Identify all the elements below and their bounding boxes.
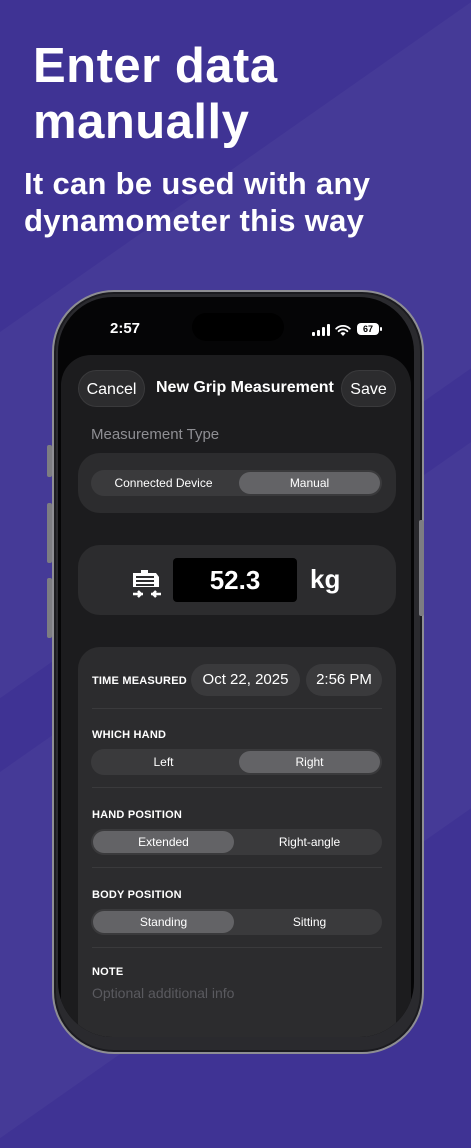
which-hand-segmented[interactable]: Left Right (91, 749, 382, 775)
note-label: NOTE (92, 966, 124, 978)
body-position-segmented[interactable]: Standing Sitting (91, 909, 382, 935)
volume-up-button (47, 503, 52, 563)
segment-connected-device[interactable]: Connected Device (93, 472, 234, 494)
strength-value-display[interactable]: 52.3 (173, 558, 297, 602)
note-input[interactable]: Optional additional info (92, 985, 234, 1001)
battery-icon: 67 (357, 323, 382, 335)
divider (92, 867, 382, 868)
time-picker[interactable]: 2:56 PM (306, 664, 382, 696)
subline-line-2: dynamometer this way (24, 203, 365, 238)
divider (92, 708, 382, 709)
measurement-type-label: Measurement Type (91, 426, 220, 443)
segment-manual[interactable]: Manual (239, 472, 380, 494)
measurement-sheet: Cancel New Grip Measurement Save Measure… (61, 355, 411, 1037)
segment-standing[interactable]: Standing (93, 911, 234, 933)
segment-right-angle[interactable]: Right-angle (239, 831, 380, 853)
status-bar: 2:57 67 (58, 297, 414, 347)
divider (92, 947, 382, 948)
divider (92, 787, 382, 788)
segment-sitting[interactable]: Sitting (239, 911, 380, 933)
phone-screen: 2:57 67 Cancel New Grip Measurement Save… (58, 297, 414, 1037)
promo-subline: It can be used with any dynamometer this… (24, 165, 370, 239)
cellular-signal-icon (312, 324, 330, 336)
which-hand-label: WHICH HAND (92, 729, 167, 741)
segment-left[interactable]: Left (93, 751, 234, 773)
dynamic-island (192, 313, 284, 341)
save-button[interactable]: Save (341, 370, 396, 407)
action-button (47, 445, 52, 477)
measurement-type-card: Connected Device Manual (78, 453, 396, 513)
volume-down-button (47, 578, 52, 638)
grip-fist-icon (133, 570, 161, 598)
subline-line-1: It can be used with any (24, 166, 371, 201)
measurement-type-segmented[interactable]: Connected Device Manual (91, 470, 382, 496)
body-position-label: BODY POSITION (92, 889, 182, 901)
date-picker[interactable]: Oct 22, 2025 (191, 664, 300, 696)
strength-unit: kg (310, 564, 341, 594)
details-card: TIME MEASURED Oct 22, 2025 2:56 PM WHICH… (78, 647, 396, 1037)
sheet-title: New Grip Measurement (156, 379, 334, 396)
reading-card: 52.3 kg (78, 545, 396, 615)
hand-position-label: HAND POSITION (92, 809, 182, 821)
segment-right[interactable]: Right (239, 751, 380, 773)
hand-position-segmented[interactable]: Extended Right-angle (91, 829, 382, 855)
segment-extended[interactable]: Extended (93, 831, 234, 853)
time-measured-label: TIME MEASURED (92, 675, 187, 687)
headline-line-1: Enter data (33, 39, 278, 93)
status-time: 2:57 (110, 320, 141, 337)
cancel-button[interactable]: Cancel (78, 370, 145, 407)
headline-line-2: manually (33, 95, 250, 149)
wifi-icon (335, 324, 351, 336)
power-button (419, 520, 424, 616)
promo-headline: Enter data manually (33, 38, 278, 150)
